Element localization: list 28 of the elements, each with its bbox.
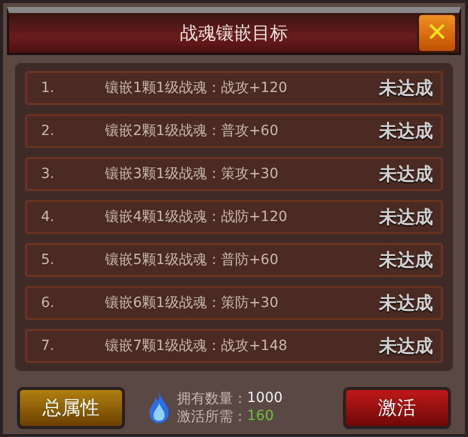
goal-status: 未达成	[379, 249, 433, 272]
goal-number: 1.	[41, 80, 56, 96]
goal-status: 未达成	[379, 120, 433, 143]
goal-status: 未达成	[379, 77, 433, 100]
total-attributes-button[interactable]: 总属性	[17, 387, 125, 429]
window-title: 战魂镶嵌目标	[180, 22, 288, 45]
goal-text: 镶嵌3颗1级战魂：策攻+30	[105, 165, 280, 183]
goal-status: 未达成	[379, 335, 433, 358]
goal-text: 镶嵌5颗1级战魂：普防+60	[105, 251, 280, 269]
goal-number: 7.	[41, 338, 56, 354]
owned-value: 1000	[247, 390, 283, 408]
goal-text: 镶嵌4颗1级战魂：战防+120	[105, 208, 288, 226]
required-label: 激活所需：	[177, 408, 247, 426]
activate-button[interactable]: 激活	[343, 387, 451, 429]
goal-number: 6.	[41, 295, 56, 311]
required-value: 160	[247, 408, 274, 426]
goal-text: 镶嵌7颗1级战魂：战攻+148	[105, 337, 288, 355]
goal-number: 5.	[41, 252, 56, 268]
goal-number: 2.	[41, 123, 56, 139]
goal-number: 3.	[41, 166, 56, 182]
goal-text: 镶嵌6颗1级战魂：策防+30	[105, 294, 280, 312]
owned-label: 拥有数量：	[177, 390, 247, 408]
goal-text: 镶嵌1颗1级战魂：战攻+120	[105, 79, 288, 97]
goal-status: 未达成	[379, 292, 433, 315]
goal-number: 4.	[41, 209, 56, 225]
goal-status: 未达成	[379, 163, 433, 186]
goal-status: 未达成	[379, 206, 433, 229]
goal-text: 镶嵌2颗1级战魂：普攻+60	[105, 122, 280, 140]
